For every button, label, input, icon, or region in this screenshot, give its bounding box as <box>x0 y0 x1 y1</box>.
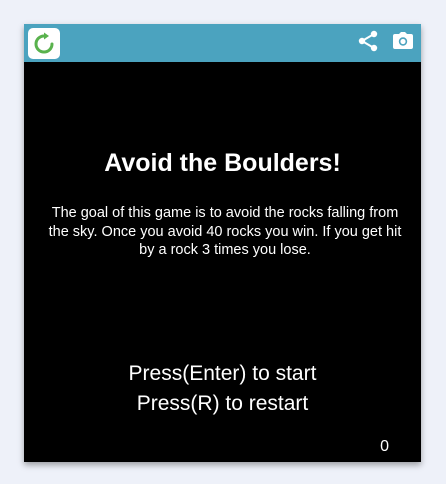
score-counter: 0 <box>380 438 389 455</box>
share-icon[interactable] <box>357 30 379 52</box>
game-frame: Avoid the Boulders! The goal of this gam… <box>24 24 421 462</box>
start-prompt: Press(Enter) to start <box>128 362 317 385</box>
toolbar <box>24 24 421 62</box>
game-description: The goal of this game is to avoid the ro… <box>48 205 402 258</box>
reload-icon <box>34 32 54 54</box>
camera-icon[interactable] <box>392 31 414 51</box>
reload-button[interactable] <box>28 28 60 59</box>
game-title: Avoid the Boulders! <box>104 149 341 177</box>
game-canvas[interactable]: Avoid the Boulders! The goal of this gam… <box>24 62 421 462</box>
restart-prompt: Press(R) to restart <box>136 392 309 415</box>
